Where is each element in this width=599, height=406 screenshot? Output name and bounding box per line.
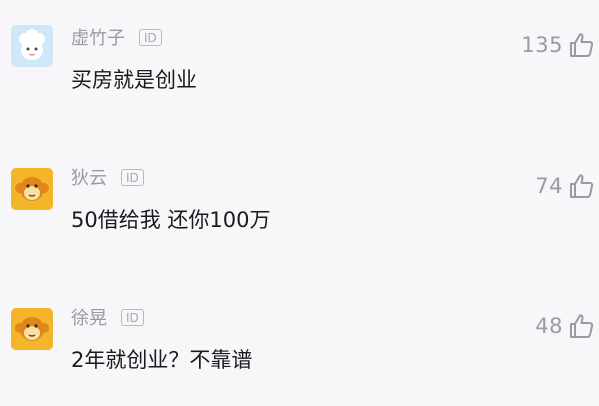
comment-item: 徐晃 ID 2年就创业？不靠谱 48 (0, 280, 599, 390)
thumbs-up-icon[interactable] (567, 31, 595, 59)
comment-item: 狄云 ID 50借给我 还你100万 74 (0, 140, 599, 250)
like-count: 74 (535, 174, 563, 198)
sheep-avatar-icon (11, 25, 53, 67)
comment-item: 虚竹子 ID 买房就是创业 135 (0, 0, 599, 110)
comment-list: 虚竹子 ID 买房就是创业 135 狄云 ID 50借给我 还你100万 74 … (0, 0, 599, 406)
comment-text: 50借给我 还你100万 (71, 208, 271, 232)
like-button[interactable]: 135 (521, 31, 595, 59)
like-count: 48 (535, 314, 563, 338)
monkey-avatar-icon (11, 168, 53, 210)
id-badge-icon: ID (139, 28, 162, 46)
like-button[interactable]: 48 (535, 312, 595, 340)
username-text[interactable]: 徐晃 (71, 304, 107, 330)
id-badge-icon: ID (121, 308, 144, 326)
user-avatar[interactable] (11, 168, 53, 210)
username-text[interactable]: 虚竹子 (71, 24, 125, 50)
username[interactable]: 狄云 ID (71, 164, 144, 190)
comment-text: 买房就是创业 (71, 68, 197, 92)
user-avatar[interactable] (11, 308, 53, 350)
like-count: 135 (521, 33, 563, 57)
id-badge-icon: ID (121, 168, 144, 186)
thumbs-up-icon[interactable] (567, 312, 595, 340)
monkey-avatar-icon (11, 308, 53, 350)
username[interactable]: 徐晃 ID (71, 304, 144, 330)
like-button[interactable]: 74 (535, 172, 595, 200)
username-text[interactable]: 狄云 (71, 164, 107, 190)
thumbs-up-icon[interactable] (567, 172, 595, 200)
user-avatar[interactable] (11, 25, 53, 67)
comment-text: 2年就创业？不靠谱 (71, 348, 253, 372)
username[interactable]: 虚竹子 ID (71, 24, 162, 50)
